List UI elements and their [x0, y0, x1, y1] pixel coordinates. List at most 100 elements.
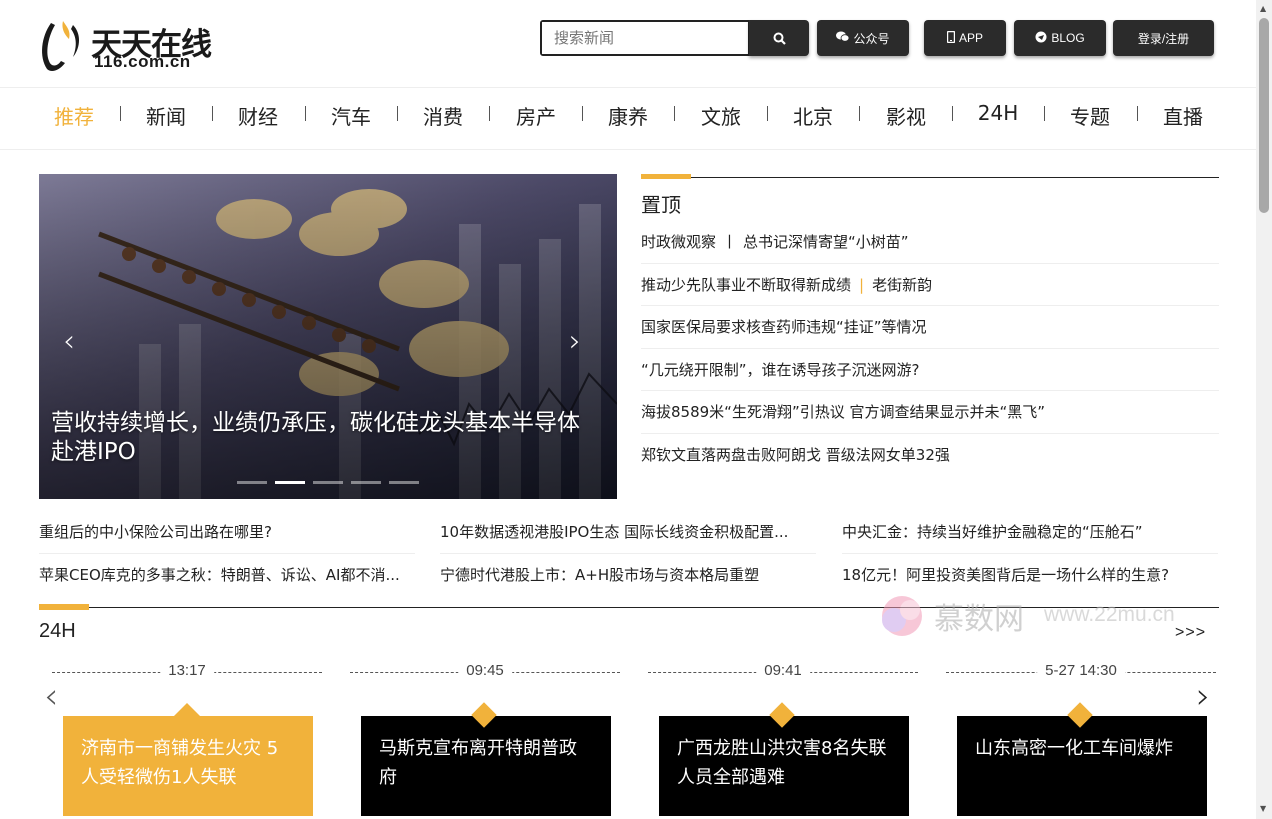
pinned-separator: | [859, 275, 865, 294]
nav-item-consumer[interactable]: 消费 [423, 101, 463, 130]
carousel-prev-icon[interactable]: ‹ [63, 324, 75, 359]
wechat-icon [836, 31, 850, 45]
pinned-news-text[interactable]: 推动少先队事业不断取得新成绩 [641, 276, 851, 294]
pinned-news-item[interactable]: 推动少先队事业不断取得新成绩 | 老街新韵 [641, 264, 1219, 307]
watermark-logo-icon [882, 596, 922, 636]
site-header: 天天在线 116.com.cn 公众号 APP BLOG 登录/注册 [0, 0, 1256, 88]
watermark-text: 慕数网 [934, 602, 1024, 637]
timeline-time-row: 09:41 [648, 662, 918, 684]
nav-divider [489, 106, 490, 121]
timeline-time-row: 13:17 [52, 662, 322, 684]
app-button[interactable]: APP [924, 20, 1006, 56]
timeline-time-row: 5-27 14:30 [946, 662, 1216, 684]
timeline-card[interactable]: 马斯克宣布离开特朗普政府 [361, 716, 611, 816]
search-input[interactable] [542, 22, 748, 54]
scroll-up-icon[interactable]: ▲ [1260, 4, 1266, 13]
h24-section-title: 24H [39, 620, 76, 642]
nav-item-live[interactable]: 直播 [1163, 101, 1203, 130]
headline-link[interactable]: 10年数据透视港股IPO生态 国际长线资金积极配置... [440, 511, 816, 554]
carousel-dot[interactable] [389, 481, 419, 484]
timeline-item: 09:41 广西龙胜山洪灾害8名失联人员全部遇难 [648, 662, 918, 816]
headline-link[interactable]: 中央汇金：持续当好维护金融稳定的“压舱石” [842, 511, 1218, 554]
nav-divider [397, 106, 398, 121]
carousel-dot[interactable] [313, 481, 343, 484]
timeline-time: 13:17 [160, 662, 214, 679]
nav-item-topics[interactable]: 专题 [1070, 101, 1110, 130]
timeline-time: 09:41 [756, 662, 810, 679]
section-accent-bar [39, 604, 89, 610]
blog-button[interactable]: BLOG [1014, 20, 1106, 56]
watermark-url: www.22mu.cn [1044, 603, 1175, 626]
pinned-news-item[interactable]: 海拔8589米“生死滑翔”引热议 官方调查结果显示并未“黑飞” [641, 391, 1219, 434]
pinned-news-text[interactable]: 老街新韵 [872, 276, 932, 294]
blog-icon [1035, 31, 1047, 46]
pinned-news-item[interactable]: 国家医保局要求核查药师违规“挂证”等情况 [641, 306, 1219, 349]
pinned-news-item[interactable]: “几元绕开限制”，谁在诱导孩子沉迷网游? [641, 349, 1219, 392]
carousel-next-icon[interactable]: › [569, 324, 581, 359]
logo-domain: 116.com.cn [94, 52, 191, 71]
nav-divider [582, 106, 583, 121]
nav-item-news[interactable]: 新闻 [146, 101, 186, 130]
pinned-news-text[interactable]: 总书记深情寄望“小树苗” [743, 233, 909, 251]
nav-item-property[interactable]: 房产 [516, 101, 556, 130]
headline-link[interactable]: 重组后的中小保险公司出路在哪里? [39, 511, 415, 554]
carousel-dot[interactable] [351, 481, 381, 484]
login-register-label: 登录/注册 [1137, 31, 1190, 46]
pinned-news-item[interactable]: 郑钦文直落两盘击败阿朗戈 晋级法网女单32强 [641, 434, 1219, 477]
nav-item-24h[interactable]: 24H [978, 101, 1019, 125]
nav-item-auto[interactable]: 汽车 [331, 101, 371, 130]
logo-mark-icon [42, 21, 79, 71]
timeline-item: 13:17 济南市一商铺发生火灾 5人受轻微伤1人失联 [52, 662, 322, 816]
nav-divider [305, 106, 306, 121]
carousel-dot[interactable] [237, 481, 267, 484]
headline-link[interactable]: 宁德时代港股上市：A+H股市场与资本格局重塑 [440, 554, 816, 597]
nav-divider [952, 106, 953, 121]
nav-item-recommend[interactable]: 推荐 [54, 101, 94, 130]
nav-item-health[interactable]: 康养 [608, 101, 648, 130]
pinned-separator: 丨 [722, 233, 738, 251]
nav-divider [1044, 106, 1045, 121]
hero-carousel[interactable]: ‹ › 营收持续增长，业绩仍承压，碳化硅龙头基本半导体赴港IPO [39, 174, 617, 499]
scroll-down-icon[interactable]: ▼ [1260, 804, 1266, 813]
section-divider [691, 177, 1219, 178]
nav-item-travel[interactable]: 文旅 [701, 101, 741, 130]
pinned-section-title: 置顶 [641, 193, 681, 217]
timeline-time: 5-27 14:30 [1037, 662, 1125, 679]
timeline-pointer [174, 703, 200, 716]
nav-divider [1137, 106, 1138, 121]
wechat-label: 公众号 [853, 31, 890, 46]
main-nav: 推荐 新闻 财经 汽车 消费 房产 康养 文旅 北京 影视 24H 专题 直播 [0, 89, 1256, 150]
blog-label: BLOG [1051, 31, 1085, 45]
carousel-indicators [237, 481, 419, 484]
pinned-news-text[interactable]: 时政微观察 [641, 233, 716, 251]
nav-item-film[interactable]: 影视 [886, 101, 926, 130]
carousel-title[interactable]: 营收持续增长，业绩仍承压，碳化硅龙头基本半导体赴港IPO [51, 409, 591, 467]
timeline-item: 09:45 马斯克宣布离开特朗普政府 [350, 662, 620, 816]
timeline-card[interactable]: 山东高密一化工车间爆炸 [957, 716, 1207, 816]
nav-divider [212, 106, 213, 121]
site-logo[interactable]: 天天在线 116.com.cn [37, 17, 217, 73]
nav-item-finance[interactable]: 财经 [238, 101, 278, 130]
watermark: 慕数网 www.22mu.cn [872, 590, 1202, 642]
section-accent-bar [641, 174, 691, 179]
timeline-card[interactable]: 济南市一商铺发生火灾 5人受轻微伤1人失联 [63, 716, 313, 816]
nav-item-beijing[interactable]: 北京 [793, 101, 833, 130]
nav-divider [120, 106, 121, 121]
wechat-button[interactable]: 公众号 [817, 20, 909, 56]
pinned-news-list: 时政微观察丨总书记深情寄望“小树苗” 推动少先队事业不断取得新成绩 | 老街新韵 国… [641, 221, 1219, 477]
login-register-button[interactable]: 登录/注册 [1113, 20, 1214, 56]
timeline-item: 5-27 14:30 山东高密一化工车间爆炸 [946, 662, 1216, 816]
pinned-news-item[interactable]: 时政微观察丨总书记深情寄望“小树苗” [641, 221, 1219, 264]
timeline-card[interactable]: 广西龙胜山洪灾害8名失联人员全部遇难 [659, 716, 909, 816]
search-box [540, 20, 750, 56]
nav-divider [674, 106, 675, 121]
headline-link[interactable]: 苹果CEO库克的多事之秋：特朗普、诉讼、AI都不消... [39, 554, 415, 597]
scroll-thumb[interactable] [1259, 18, 1269, 213]
timeline-time: 09:45 [458, 662, 512, 679]
page-scrollbar[interactable]: ▲ ▼ [1256, 0, 1272, 819]
nav-divider [767, 106, 768, 121]
search-button[interactable] [749, 20, 809, 56]
search-icon [773, 32, 786, 45]
app-label: APP [958, 31, 983, 45]
carousel-dot-active[interactable] [275, 481, 305, 484]
